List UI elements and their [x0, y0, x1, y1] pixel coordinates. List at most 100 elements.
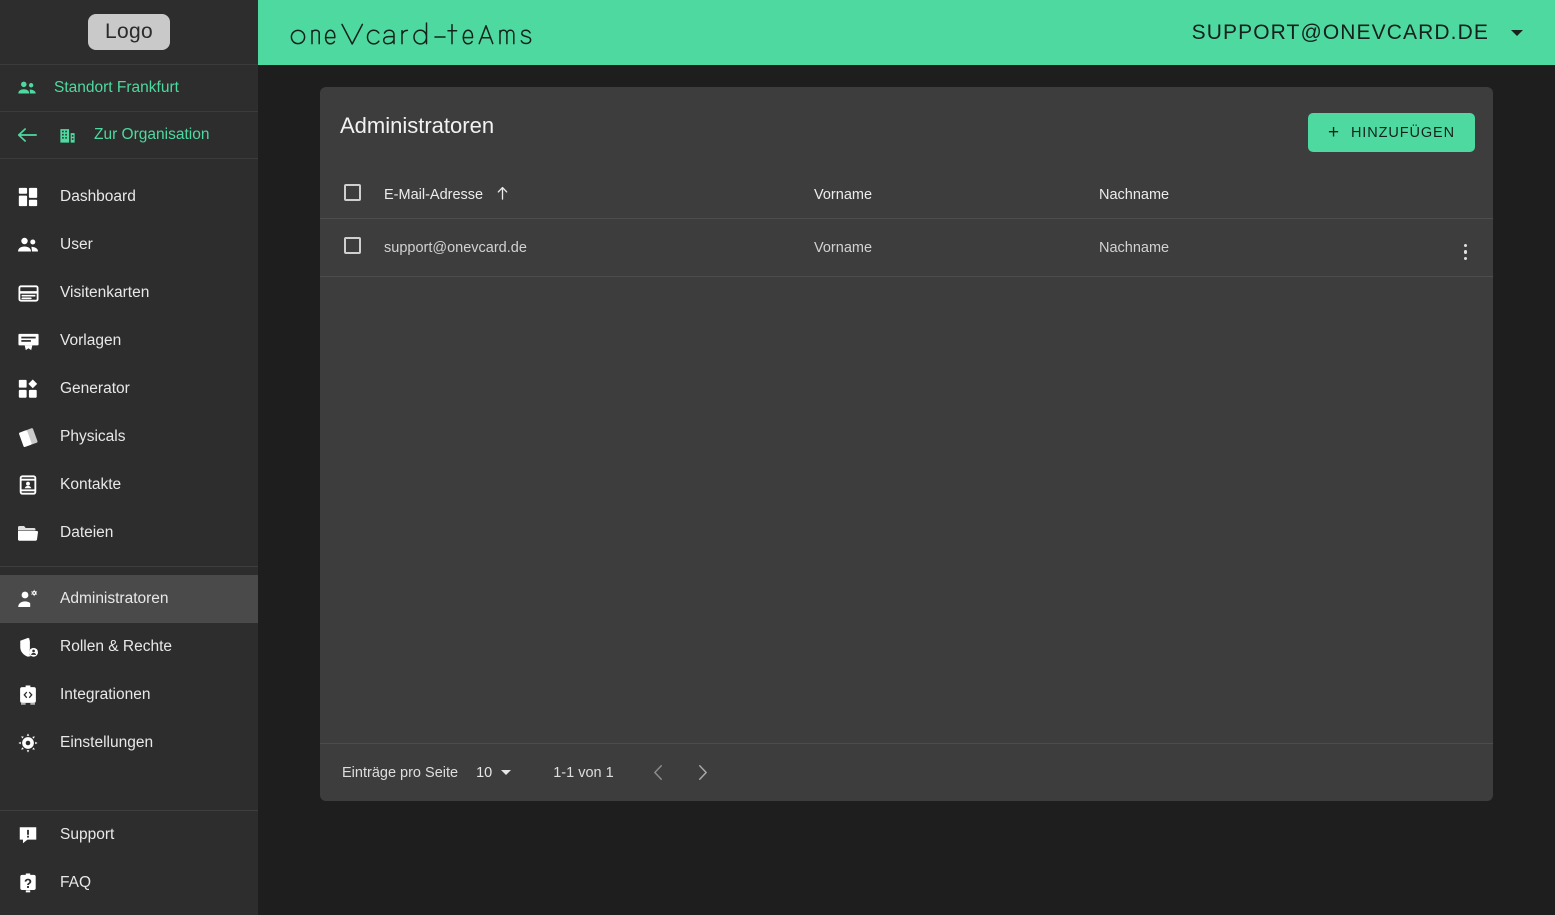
administrators-table: E-Mail-Adresse Vorname Nachname support@… — [320, 174, 1493, 277]
dashboard-icon — [14, 186, 42, 208]
table-footer: Einträge pro Seite 10 1-1 von 1 — [320, 743, 1493, 801]
sidebar-organisation[interactable]: Zur Organisation — [0, 112, 258, 159]
table-header-row: E-Mail-Adresse Vorname Nachname — [320, 174, 1493, 219]
sidebar-item-support[interactable]: Support — [0, 811, 258, 859]
app-root: Logo Standort Frankfurt Zur Organisation… — [0, 0, 1555, 915]
generator-icon — [14, 378, 42, 400]
sidebar-bottom-nav: Support FAQ — [0, 811, 258, 915]
add-button-label: HINZUFÜGEN — [1350, 124, 1455, 141]
table-empty-space — [320, 277, 1493, 743]
column-header-email[interactable]: E-Mail-Adresse — [384, 174, 814, 219]
sidebar-item-label: Dashboard — [60, 188, 136, 205]
content-area: Administratoren + HINZUFÜGEN E-Mail-Adre… — [258, 65, 1555, 915]
sidebar-item-label: Visitenkarten — [60, 284, 150, 301]
topbar: SUPPORT@ONEVCARD.DE — [258, 0, 1555, 65]
column-header-vorname-label: Vorname — [814, 186, 873, 203]
sidebar-item-visitenkarten[interactable]: Visitenkarten — [0, 269, 258, 317]
question-icon — [14, 872, 42, 894]
folder-icon — [14, 521, 42, 545]
column-header-email-label: E-Mail-Adresse — [384, 187, 484, 203]
sidebar-item-generator[interactable]: Generator — [0, 365, 258, 413]
cell-actions — [1403, 218, 1493, 277]
sidebar-item-integrationen[interactable]: Integrationen — [0, 671, 258, 719]
chevron-down-icon[interactable] — [1511, 29, 1523, 36]
main-area: SUPPORT@ONEVCARD.DE Administratoren + HI… — [258, 0, 1555, 915]
sidebar-item-label: Dateien — [60, 524, 114, 541]
sidebar-item-dashboard[interactable]: Dashboard — [0, 173, 258, 221]
sidebar-nav: Dashboard User Visitenkarten Vorlagen Ge… — [0, 159, 258, 767]
building-icon — [54, 126, 80, 145]
sidebar-item-label: Support — [60, 826, 115, 843]
cell-vorname: Vorname — [814, 218, 1099, 277]
administrators-card: Administratoren + HINZUFÜGEN E-Mail-Adre… — [320, 87, 1493, 801]
user-email: SUPPORT@ONEVCARD.DE — [1191, 20, 1489, 44]
sidebar-item-einstellungen[interactable]: Einstellungen — [0, 719, 258, 767]
sidebar-item-label: Integrationen — [60, 686, 151, 703]
table-head: E-Mail-Adresse Vorname Nachname — [320, 174, 1493, 219]
sidebar-item-rollen-rechte[interactable]: Rollen & Rechte — [0, 623, 258, 671]
prev-page-button[interactable] — [644, 758, 674, 788]
card-icon — [14, 282, 42, 305]
sidebar-item-administratoren[interactable]: Administratoren — [0, 575, 258, 623]
people-icon — [14, 77, 40, 99]
sidebar-item-user[interactable]: User — [0, 221, 258, 269]
sidebar-item-physicals[interactable]: Physicals — [0, 413, 258, 461]
sort-asc-icon[interactable] — [496, 186, 509, 200]
per-page-select[interactable]: 10 — [476, 764, 512, 781]
sidebar-item-vorlagen[interactable]: Vorlagen — [0, 317, 258, 365]
cards-stack-icon — [14, 426, 42, 449]
sidebar-item-label: User — [60, 236, 93, 253]
sidebar-item-label: Kontakte — [60, 476, 122, 493]
row-menu-icon[interactable] — [1463, 243, 1467, 260]
per-page-label: Einträge pro Seite — [342, 764, 459, 781]
shield-user-icon — [14, 636, 42, 659]
nav-divider — [0, 566, 258, 567]
per-page-value: 10 — [476, 764, 493, 781]
cell-nachname: Nachname — [1099, 218, 1403, 277]
contact-icon — [14, 474, 42, 496]
add-button[interactable]: + HINZUFÜGEN — [1307, 113, 1475, 152]
logo-area: Logo — [0, 0, 258, 65]
sidebar-item-label: FAQ — [60, 874, 92, 891]
plus-icon: + — [1327, 122, 1340, 143]
sidebar-item-label: Generator — [60, 380, 130, 397]
next-page-button[interactable] — [688, 758, 718, 788]
sidebar-item-label: Rollen & Rechte — [60, 638, 173, 655]
sidebar-item-kontakte[interactable]: Kontakte — [0, 461, 258, 509]
sidebar-item-dateien[interactable]: Dateien — [0, 509, 258, 557]
pagination-range: 1-1 von 1 — [553, 764, 614, 781]
column-header-nachname-label: Nachname — [1099, 186, 1170, 203]
brand-logo — [286, 19, 556, 47]
code-box-icon — [14, 684, 42, 706]
column-header-actions — [1403, 174, 1493, 219]
page-title: Administratoren — [340, 113, 495, 138]
cell-email: support@onevcard.de — [384, 218, 814, 277]
logo[interactable]: Logo — [88, 14, 170, 50]
sidebar-item-label: Administratoren — [60, 590, 169, 607]
sidebar-item-label: Vorlagen — [60, 332, 122, 349]
user-menu[interactable]: SUPPORT@ONEVCARD.DE — [1192, 21, 1537, 45]
chevron-down-icon — [501, 770, 512, 775]
pagination-buttons — [644, 758, 718, 788]
column-header-nachname[interactable]: Nachname — [1099, 174, 1403, 219]
sidebar-location[interactable]: Standort Frankfurt — [0, 65, 258, 112]
people-icon — [14, 233, 42, 257]
row-checkbox[interactable] — [344, 237, 361, 254]
sidebar-location-label: Standort Frankfurt — [54, 79, 179, 96]
select-all-cell — [320, 174, 384, 219]
card-header: Administratoren + HINZUFÜGEN — [320, 87, 1493, 152]
sidebar-item-label: Einstellungen — [60, 734, 154, 751]
admin-icon — [14, 587, 42, 611]
row-select-cell — [320, 218, 384, 277]
sidebar-organisation-label: Zur Organisation — [94, 126, 210, 143]
support-chat-icon — [14, 824, 42, 846]
sidebar-item-faq[interactable]: FAQ — [0, 859, 258, 907]
table-row[interactable]: support@onevcard.de Vorname Nachname — [320, 218, 1493, 277]
column-header-vorname[interactable]: Vorname — [814, 174, 1099, 219]
select-all-checkbox[interactable] — [344, 184, 361, 201]
table-body: support@onevcard.de Vorname Nachname — [320, 218, 1493, 277]
gear-icon — [14, 732, 42, 754]
arrow-left-icon[interactable] — [14, 126, 40, 144]
sidebar: Logo Standort Frankfurt Zur Organisation… — [0, 0, 258, 915]
